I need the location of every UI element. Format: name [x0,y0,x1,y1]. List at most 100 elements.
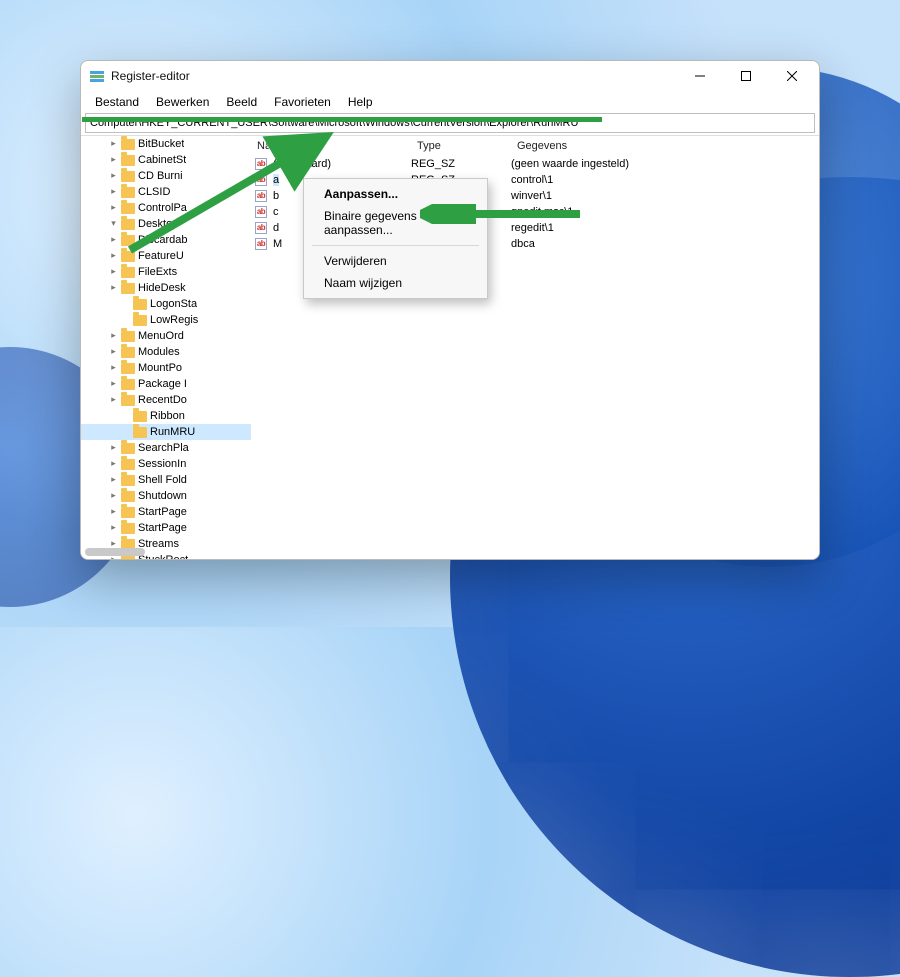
chevron-right-icon[interactable]: ▸ [109,444,118,453]
col-data[interactable]: Gegevens [511,140,819,152]
chevron-right-icon[interactable]: ▸ [109,508,118,517]
menu-beeld[interactable]: Beeld [218,93,265,111]
chevron-right-icon[interactable]: ▸ [109,252,118,261]
value-row[interactable]: ab(Standaard)REG_SZ(geen waarde ingestel… [251,156,819,172]
tree-item-label: CLSID [138,186,170,198]
folder-icon [133,315,147,326]
tree-item[interactable]: ▸ Shutdown [81,488,251,504]
menu-help[interactable]: Help [340,93,381,111]
chevron-right-icon[interactable]: ▸ [109,188,118,197]
folder-icon [121,235,135,246]
tree-item[interactable]: ▸CabinetSt [81,152,251,168]
ctx-separator [312,245,479,246]
ctx-binaire[interactable]: Binaire gegevens aanpassen... [306,205,485,241]
chevron-right-icon[interactable]: ▸ [109,332,118,341]
tree-item-label: LogonSta [150,298,197,310]
tree-item[interactable]: ▸ Package I [81,376,251,392]
menu-favorieten[interactable]: Favorieten [266,93,339,111]
string-value-icon: ab [253,221,269,235]
value-name: b [273,190,279,202]
chevron-right-icon[interactable]: ▸ [109,268,118,277]
chevron-right-icon[interactable]: ▸ [109,348,118,357]
tree-item[interactable]: ▸StartPage [81,504,251,520]
menu-bestand[interactable]: Bestand [87,93,147,111]
tree-item[interactable]: ▾Desktop [81,216,251,232]
tree-item[interactable]: Ribbon [81,408,251,424]
tree-item[interactable]: ▸SearchPla [81,440,251,456]
menu-bewerken[interactable]: Bewerken [148,93,217,111]
folder-icon [121,395,135,406]
regedit-icon [89,68,105,84]
value-name: M [273,238,282,250]
chevron-right-icon[interactable]: ▸ [109,460,118,469]
tree-item-label: MenuOrd [138,330,184,342]
tree-item[interactable]: ▸BitBucket [81,136,251,152]
chevron-right-icon[interactable]: ▸ [109,492,118,501]
tree-item[interactable]: ▸MountPo [81,360,251,376]
string-value-icon: ab [253,157,269,171]
tree-item[interactable]: ▸ Discardab [81,232,251,248]
column-headers[interactable]: Naam Type Gegevens [251,136,819,156]
tree-pane[interactable]: ▸BannerSt▸BitBucket▸CabinetSt▸CD Burni▸C… [81,136,251,559]
chevron-right-icon[interactable]: ▸ [109,364,118,373]
tree-item[interactable]: ▸Modules [81,344,251,360]
folder-icon [121,139,135,150]
value-data: regedit\1 [511,222,819,234]
tree-item[interactable]: LowRegis [81,312,251,328]
tree-item[interactable]: ▸ CD Burni [81,168,251,184]
tree-item[interactable]: ▸Shell Fold [81,472,251,488]
tree-item[interactable]: ▸HideDesk [81,280,251,296]
col-name[interactable]: Naam [251,140,411,152]
tree-item[interactable]: ▸ CLSID [81,184,251,200]
chevron-down-icon[interactable]: ▾ [109,220,118,229]
string-value-icon: ab [253,189,269,203]
maximize-icon [741,71,751,81]
chevron-right-icon[interactable]: ▸ [109,396,118,405]
chevron-right-icon[interactable]: ▸ [109,156,118,165]
ctx-naam-wijzigen[interactable]: Naam wijzigen [306,272,485,294]
chevron-right-icon[interactable]: ▸ [109,556,118,560]
ctx-aanpassen[interactable]: Aanpassen... [306,183,485,205]
chevron-right-icon[interactable]: ▸ [109,284,118,293]
chevron-right-icon[interactable]: ▸ [109,140,118,149]
chevron-right-icon[interactable]: ▸ [109,236,118,245]
titlebar[interactable]: Register-editor [81,61,819,91]
string-value-icon: ab [253,237,269,251]
tree-item[interactable]: ▸FileExts [81,264,251,280]
tree-item-label: Package I [138,378,187,390]
folder-icon [133,411,147,422]
tree-item[interactable]: LogonSta [81,296,251,312]
chevron-right-icon[interactable]: ▸ [109,524,118,533]
chevron-right-icon[interactable]: ▸ [109,204,118,213]
col-type[interactable]: Type [411,140,511,152]
tree-item[interactable]: ▸ MenuOrd [81,328,251,344]
folder-icon [121,523,135,534]
tree-item-label: StuckRect [138,554,188,559]
folder-icon [121,379,135,390]
tree-item-label: Ribbon [150,410,185,422]
folder-icon [121,363,135,374]
tree-scrollbar[interactable] [85,548,145,556]
tree-item[interactable]: ▸SessionIn [81,456,251,472]
minimize-button[interactable] [677,61,723,91]
tree-item[interactable]: ▸FeatureU [81,248,251,264]
ctx-verwijderen[interactable]: Verwijderen [306,250,485,272]
close-button[interactable] [769,61,815,91]
chevron-right-icon[interactable]: ▸ [109,380,118,389]
tree-item[interactable]: RunMRU [81,424,251,440]
tree-item[interactable]: ▸StartPage [81,520,251,536]
string-value-icon: ab [253,173,269,187]
folder-icon [121,171,135,182]
tree-item[interactable]: ▸ControlPa [81,200,251,216]
folder-icon [133,299,147,310]
folder-icon [121,331,135,342]
tree-item-label: Streams [138,538,179,550]
tree-item-label: Shutdown [138,490,187,502]
chevron-right-icon[interactable]: ▸ [109,476,118,485]
tree-item[interactable]: ▸RecentDo [81,392,251,408]
tree-item-label: CD Burni [138,170,183,182]
maximize-button[interactable] [723,61,769,91]
chevron-right-icon[interactable]: ▸ [109,172,118,181]
tree-item-label: Discardab [138,234,188,246]
address-bar[interactable]: Computer\HKEY_CURRENT_USER\Software\Micr… [85,113,815,133]
